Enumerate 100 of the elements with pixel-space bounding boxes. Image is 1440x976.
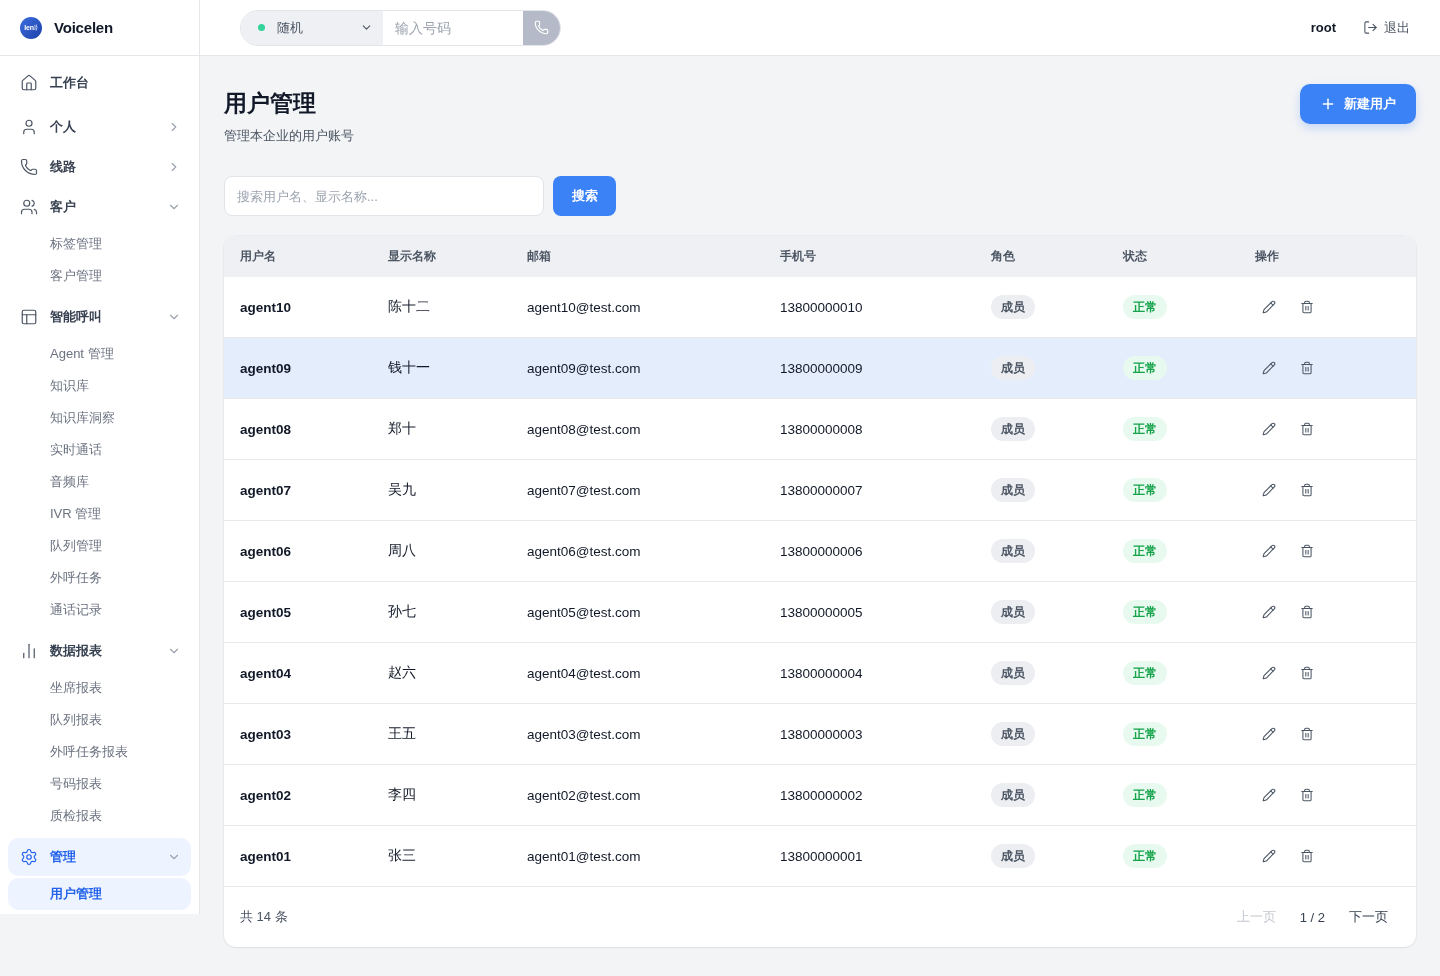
username: agent05 bbox=[240, 604, 292, 620]
nav-subitem[interactable]: 号码报表 bbox=[8, 768, 191, 800]
dialer-bar[interactable]: 随机 输入号码 bbox=[240, 9, 561, 46]
nav-subitem[interactable]: 质检报表 bbox=[8, 800, 191, 832]
username: agent06 bbox=[240, 543, 292, 559]
status-tag: 正常 bbox=[1123, 478, 1167, 502]
table-row[interactable]: agent02 李四 agent02@test.com 13800000002 成员 正常 bbox=[224, 765, 1416, 826]
nav-subitem[interactable]: 用户管理 bbox=[8, 878, 191, 910]
nav-subitem[interactable]: 外呼任务报表 bbox=[8, 736, 191, 768]
table-row[interactable]: agent04 赵六 agent04@test.com 13800000004 成员 正常 bbox=[224, 643, 1416, 704]
search-button[interactable]: 搜索 bbox=[553, 176, 616, 216]
users-icon bbox=[20, 198, 38, 216]
nav-subitem[interactable]: Agent 管理 bbox=[8, 338, 191, 370]
nav-item[interactable]: 线路 bbox=[8, 148, 191, 186]
phone-number: 13800000005 bbox=[780, 604, 863, 620]
nav-subitem[interactable]: 队列报表 bbox=[8, 704, 191, 736]
role-tag: 成员 bbox=[991, 600, 1035, 624]
username: agent01 bbox=[240, 848, 292, 864]
table-row[interactable]: agent09 钱十一 agent09@test.com 13800000009 成员 正常 bbox=[224, 338, 1416, 399]
new-user-button[interactable]: 新建用户 bbox=[1300, 84, 1416, 124]
trash-icon bbox=[1300, 422, 1314, 436]
table-row[interactable]: agent10 陈十二 agent10@test.com 13800000010 成员 正常 bbox=[224, 277, 1416, 338]
search-field[interactable]: 搜索用户名、显示名称... bbox=[224, 176, 544, 216]
display-name: 陈十二 bbox=[388, 298, 430, 316]
nav-subitem[interactable]: 实时通话 bbox=[8, 434, 191, 466]
table-row[interactable]: agent01 张三 agent01@test.com 13800000001 成员 正常 bbox=[224, 826, 1416, 887]
column-header: 角色 bbox=[991, 248, 1015, 265]
trash-icon bbox=[1300, 361, 1314, 375]
pencil-icon bbox=[1262, 849, 1276, 863]
nav-item[interactable]: 智能呼叫 bbox=[8, 298, 191, 336]
status-tag: 正常 bbox=[1123, 722, 1167, 746]
pencil-icon bbox=[1262, 483, 1276, 497]
trash-icon bbox=[1300, 666, 1314, 680]
role-tag: 成员 bbox=[991, 722, 1035, 746]
table-row[interactable]: agent08 郑十 agent08@test.com 13800000008 成员 正常 bbox=[224, 399, 1416, 460]
status-tag: 正常 bbox=[1123, 539, 1167, 563]
nav-item[interactable]: 工作台 bbox=[8, 64, 191, 102]
table-row[interactable]: agent07 吴九 agent07@test.com 13800000007 成员 正常 bbox=[224, 460, 1416, 521]
nav-item[interactable]: 数据报表 bbox=[8, 632, 191, 670]
pencil-icon bbox=[1262, 727, 1276, 741]
username: agent07 bbox=[240, 482, 292, 498]
pencil-icon bbox=[1262, 300, 1276, 314]
email: agent09@test.com bbox=[527, 360, 641, 376]
user-name: root bbox=[1310, 20, 1336, 35]
nav-item[interactable]: 客户 bbox=[8, 188, 191, 226]
nav-subitem[interactable]: 通话记录 bbox=[8, 594, 191, 626]
nav-subitem[interactable]: 客户管理 bbox=[8, 260, 191, 292]
trash-icon bbox=[1300, 300, 1314, 314]
email: agent03@test.com bbox=[527, 726, 641, 742]
column-header: 邮箱 bbox=[527, 248, 551, 265]
nav-item[interactable]: 管理 bbox=[8, 838, 191, 876]
nav-subitem[interactable]: 坐席报表 bbox=[8, 672, 191, 704]
email: agent02@test.com bbox=[527, 787, 641, 803]
phone-number: 13800000003 bbox=[780, 726, 863, 742]
email: agent01@test.com bbox=[527, 848, 641, 864]
column-header: 操作 bbox=[1255, 248, 1279, 265]
username: agent04 bbox=[240, 665, 292, 681]
table-row[interactable]: agent03 王五 agent03@test.com 13800000003 成员 正常 bbox=[224, 704, 1416, 765]
display-name: 李四 bbox=[388, 786, 416, 804]
role-tag: 成员 bbox=[991, 539, 1035, 563]
phone-icon bbox=[534, 20, 549, 35]
trash-icon bbox=[1300, 483, 1314, 497]
phone-number: 13800000006 bbox=[780, 543, 863, 559]
display-name: 孙七 bbox=[388, 603, 416, 621]
display-name: 郑十 bbox=[388, 420, 416, 438]
column-header: 状态 bbox=[1123, 248, 1147, 265]
username: agent08 bbox=[240, 421, 292, 437]
email: agent06@test.com bbox=[527, 543, 641, 559]
home-icon bbox=[20, 74, 38, 92]
trash-icon bbox=[1300, 788, 1314, 802]
email: agent10@test.com bbox=[527, 299, 641, 315]
page-indicator: 1 / 2 bbox=[1299, 909, 1325, 925]
role-tag: 成员 bbox=[991, 356, 1035, 380]
status-tag: 正常 bbox=[1123, 661, 1167, 685]
pencil-icon bbox=[1262, 422, 1276, 436]
column-header: 手机号 bbox=[780, 248, 816, 265]
nav-subitem[interactable]: IVR 管理 bbox=[8, 498, 191, 530]
table-row[interactable]: agent06 周八 agent06@test.com 13800000006 成员 正常 bbox=[224, 521, 1416, 582]
bar-chart-icon bbox=[20, 642, 38, 660]
display-name: 张三 bbox=[388, 847, 416, 865]
username: agent09 bbox=[240, 360, 292, 376]
next-page-button[interactable]: 下一页 bbox=[1349, 908, 1388, 926]
nav-item[interactable]: 个人 bbox=[8, 108, 191, 146]
table-row[interactable]: agent05 孙七 agent05@test.com 13800000005 成员 正常 bbox=[224, 582, 1416, 643]
phone-number: 13800000001 bbox=[780, 848, 863, 864]
line-select[interactable]: 随机 bbox=[241, 10, 383, 45]
logout-button[interactable]: 退出 bbox=[1363, 18, 1410, 37]
nav-subitem[interactable]: 队列管理 bbox=[8, 530, 191, 562]
nav-subitem[interactable]: 知识库 bbox=[8, 370, 191, 402]
phone-number: 13800000010 bbox=[780, 299, 863, 315]
plus-icon bbox=[1320, 96, 1336, 112]
role-tag: 成员 bbox=[991, 783, 1035, 807]
nav-subitem[interactable]: 知识库洞察 bbox=[8, 402, 191, 434]
email: agent07@test.com bbox=[527, 482, 641, 498]
pencil-icon bbox=[1262, 605, 1276, 619]
display-name: 赵六 bbox=[388, 664, 416, 682]
nav-subitem[interactable]: 音频库 bbox=[8, 466, 191, 498]
status-tag: 正常 bbox=[1123, 844, 1167, 868]
nav-subitem[interactable]: 外呼任务 bbox=[8, 562, 191, 594]
nav-subitem[interactable]: 标签管理 bbox=[8, 228, 191, 260]
